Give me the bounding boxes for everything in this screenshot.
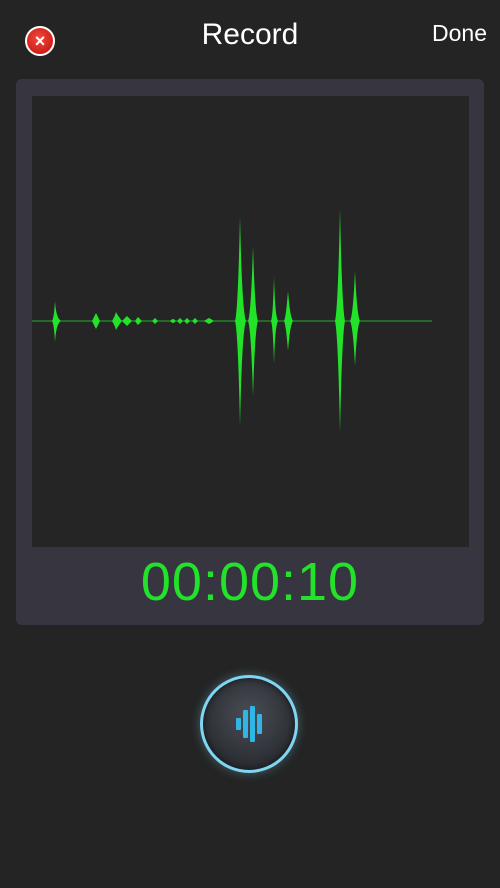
waveform-graphic bbox=[32, 209, 432, 432]
waveform-display bbox=[32, 96, 469, 547]
done-button[interactable]: Done bbox=[432, 20, 487, 47]
record-screen: × Record Done 00:00:10 bbox=[0, 0, 500, 888]
page-title: Record bbox=[201, 18, 299, 51]
record-button[interactable] bbox=[200, 675, 298, 773]
navigation-bar: × Record Done bbox=[0, 0, 500, 72]
waveform-bars-icon bbox=[236, 706, 262, 742]
recording-panel: 00:00:10 bbox=[16, 79, 484, 625]
elapsed-timer: 00:00:10 bbox=[140, 552, 360, 612]
